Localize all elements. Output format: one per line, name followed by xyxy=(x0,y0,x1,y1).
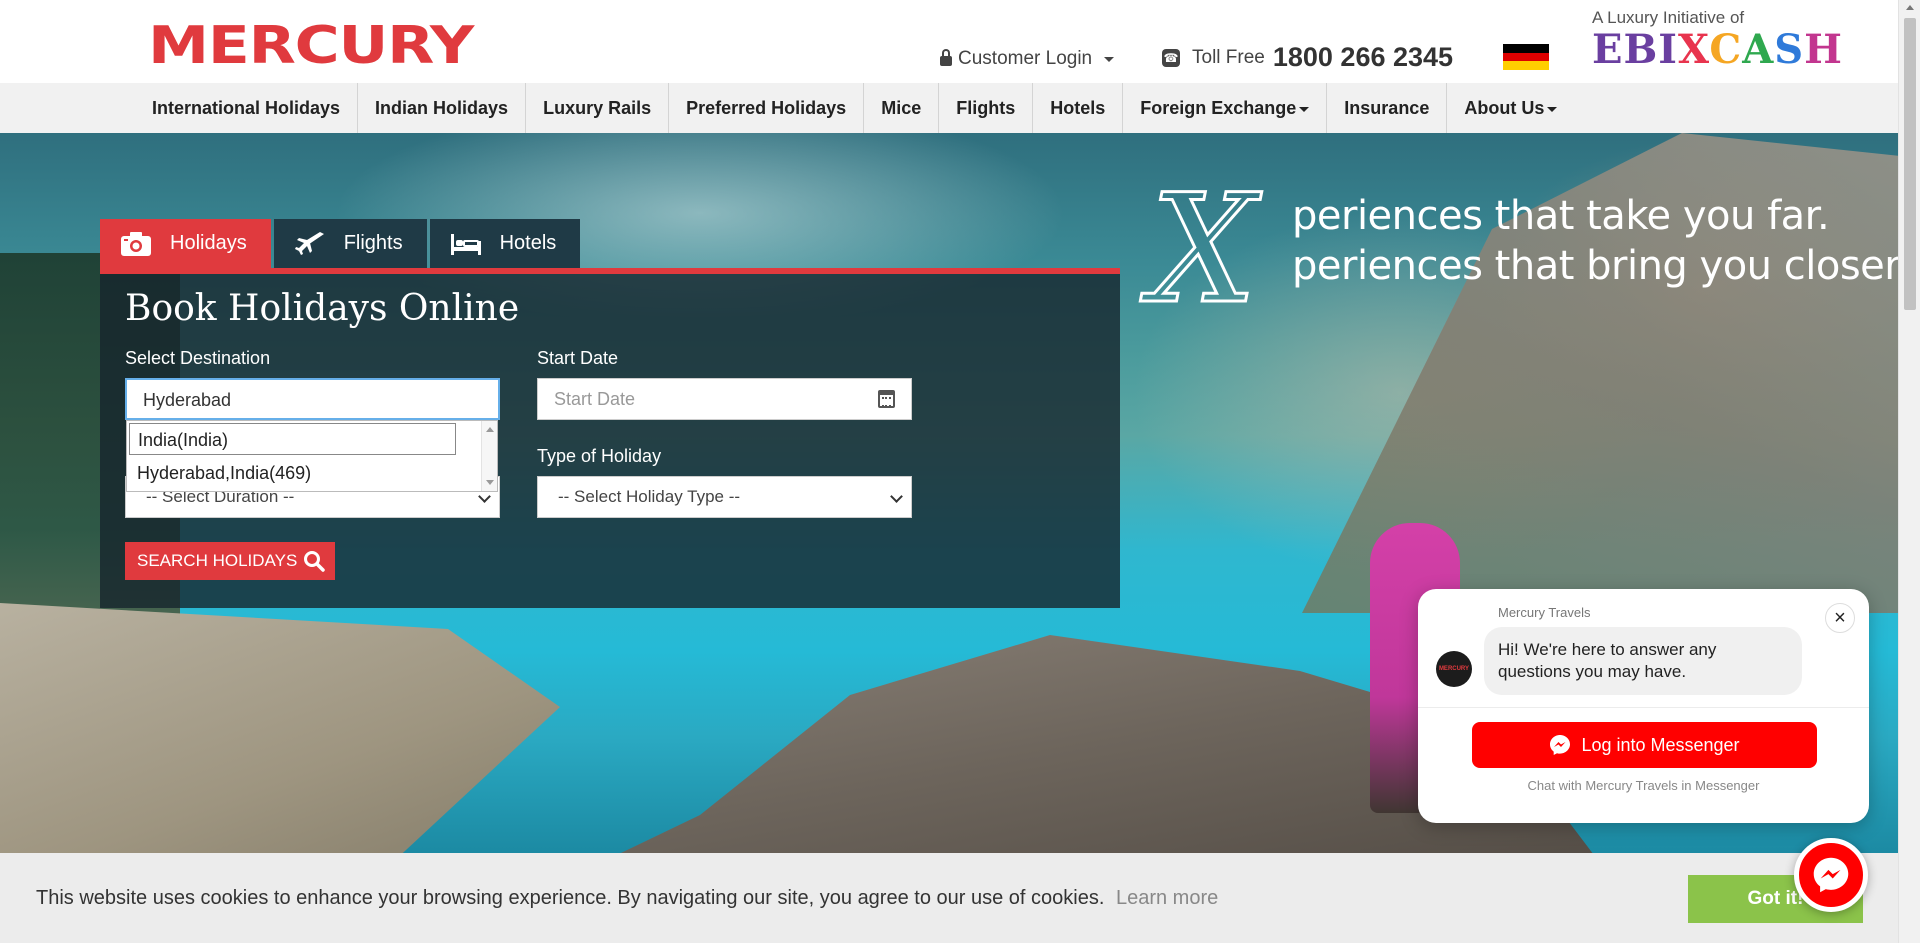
nav-item-luxury-rails[interactable]: Luxury Rails xyxy=(526,83,670,133)
holiday-type-label: Type of Holiday xyxy=(537,446,662,466)
site-header: MERCURY Customer Login ☎ Toll Free 1800 … xyxy=(0,0,1898,83)
search-holidays-label: SEARCH HOLIDAYS xyxy=(137,551,298,570)
messenger-icon xyxy=(1813,857,1849,893)
toll-free-number[interactable]: 1800 266 2345 xyxy=(1273,42,1453,73)
scrollbar-thumb[interactable] xyxy=(1904,18,1916,310)
destination-suggestions: India(India) Hyderabad,India(469) xyxy=(126,420,498,492)
chevron-down-icon xyxy=(890,490,903,503)
tagline-line-1: periences that take you far. xyxy=(1292,193,1830,239)
nav-item-hotels[interactable]: Hotels xyxy=(1033,83,1124,133)
main-nav: International Holidays Indian Holidays Lux… xyxy=(0,83,1898,133)
scroll-down-icon[interactable] xyxy=(486,480,494,485)
nav-item-label: Hotels xyxy=(1050,98,1106,118)
chevron-down-icon xyxy=(1547,106,1558,112)
messenger-fab-button[interactable] xyxy=(1794,838,1868,912)
page-scrollbar[interactable] xyxy=(1898,0,1920,943)
chevron-down-icon xyxy=(478,490,491,503)
nav-item-flights[interactable]: Flights xyxy=(939,83,1034,133)
nav-item-label: Flights xyxy=(956,98,1016,118)
nav-item-label: Luxury Rails xyxy=(543,98,652,118)
airplane-icon xyxy=(294,231,324,255)
suggestion-item[interactable]: India(India) xyxy=(129,423,456,455)
log-into-messenger-label: Log into Messenger xyxy=(1581,734,1740,755)
destination-input[interactable]: Hyderabad xyxy=(125,378,500,420)
nav-item-preferred-holidays[interactable]: Preferred Holidays xyxy=(669,83,865,133)
nav-item-label: International Holidays xyxy=(152,98,341,118)
calendar-icon[interactable] xyxy=(878,390,895,408)
nav-item-foreign-exchange[interactable]: Foreign Exchange xyxy=(1123,83,1328,133)
bed-icon xyxy=(450,233,481,255)
chevron-down-icon xyxy=(1104,56,1115,62)
nav-item-international-holidays[interactable]: International Holidays xyxy=(135,83,359,133)
holiday-type-value: -- Select Holiday Type -- xyxy=(558,487,741,506)
search-holidays-button[interactable]: SEARCH HOLIDAYS xyxy=(125,542,336,580)
scroll-up-icon[interactable] xyxy=(1906,5,1914,10)
holiday-type-select[interactable]: -- Select Holiday Type -- xyxy=(537,476,912,518)
tab-holidays[interactable]: Holidays xyxy=(100,219,271,268)
nav-item-label: Foreign Exchange xyxy=(1140,98,1297,118)
booking-tabs: Holidays Flights Hotels xyxy=(100,219,583,268)
chat-footer: Chat with Mercury Travels in Messenger xyxy=(1527,778,1760,793)
suggestions-scrollbar[interactable] xyxy=(481,421,497,491)
chat-sender-name: Mercury Travels xyxy=(1498,605,1591,620)
nav-item-label: Indian Holidays xyxy=(375,98,509,118)
nav-item-mice[interactable]: Mice xyxy=(864,83,940,133)
avatar: MERCURY xyxy=(1436,651,1472,687)
lock-icon xyxy=(940,49,952,66)
nav-item-about-us[interactable]: About Us xyxy=(1447,83,1574,133)
ebix-name: EBIXCASH xyxy=(1592,26,1843,73)
search-icon xyxy=(304,551,326,572)
chevron-down-icon xyxy=(1299,106,1310,112)
chat-divider xyxy=(1418,707,1869,708)
tab-hotels-label: Hotels xyxy=(499,232,557,254)
nav-item-label: Mice xyxy=(881,98,922,118)
start-date-label: Start Date xyxy=(537,348,619,368)
customer-login-dropdown[interactable]: Customer Login xyxy=(940,48,1115,70)
ebixcash-logo[interactable]: A Luxury Initiative of EBIXCASH xyxy=(1592,8,1843,72)
suggestion-item[interactable]: Hyderabad,India(469) xyxy=(129,457,311,489)
cookie-message: This website uses cookies to enhance you… xyxy=(36,887,1105,909)
start-date-placeholder: Start Date xyxy=(554,389,636,409)
nav-item-label: About Us xyxy=(1464,98,1545,118)
start-date-input[interactable]: Start Date xyxy=(537,378,912,420)
tab-flights-label: Flights xyxy=(343,232,403,254)
customer-login-label: Customer Login xyxy=(958,48,1093,69)
toll-free-label: Toll Free xyxy=(1192,46,1265,68)
booking-title: Book Holidays Online xyxy=(125,288,520,329)
tab-hotels[interactable]: Hotels xyxy=(429,219,581,268)
scroll-up-icon[interactable] xyxy=(486,427,494,432)
german-flag-icon[interactable] xyxy=(1503,44,1549,70)
destination-label: Select Destination xyxy=(125,348,271,368)
booking-panel: Book Holidays Online Select Destination … xyxy=(100,274,1120,608)
tab-flights[interactable]: Flights xyxy=(273,219,427,268)
learn-more-link[interactable]: Learn more xyxy=(1116,887,1218,909)
tagline-x: X xyxy=(1149,163,1259,337)
ebix-tagline: A Luxury Initiative of xyxy=(1592,8,1745,27)
mercury-logo[interactable]: MERCURY xyxy=(148,16,474,76)
nav-item-indian-holidays[interactable]: Indian Holidays xyxy=(358,83,527,133)
cookie-banner: This website uses cookies to enhance you… xyxy=(0,853,1898,943)
toll-free-contact: ☎ Toll Free 1800 266 2345 xyxy=(1162,42,1453,73)
chat-message: Hi! We're here to answer any questions y… xyxy=(1484,627,1802,695)
nav-item-label: Preferred Holidays xyxy=(686,98,847,118)
nav-item-label: Insurance xyxy=(1344,98,1430,118)
messenger-chat-widget: Mercury Travels MERCURY Hi! We're here t… xyxy=(1418,589,1869,823)
tagline-line-2: periences that bring you closer. xyxy=(1292,243,1909,289)
phone-icon: ☎ xyxy=(1162,48,1180,67)
log-into-messenger-button[interactable]: Log into Messenger xyxy=(1472,722,1817,768)
tab-holidays-label: Holidays xyxy=(170,232,247,254)
cookie-text-wrap: This website uses cookies to enhance you… xyxy=(36,887,1218,910)
messenger-icon xyxy=(1550,735,1571,755)
nav-item-insurance[interactable]: Insurance xyxy=(1327,83,1448,133)
camera-icon xyxy=(121,231,151,256)
close-icon[interactable]: × xyxy=(1825,603,1855,633)
